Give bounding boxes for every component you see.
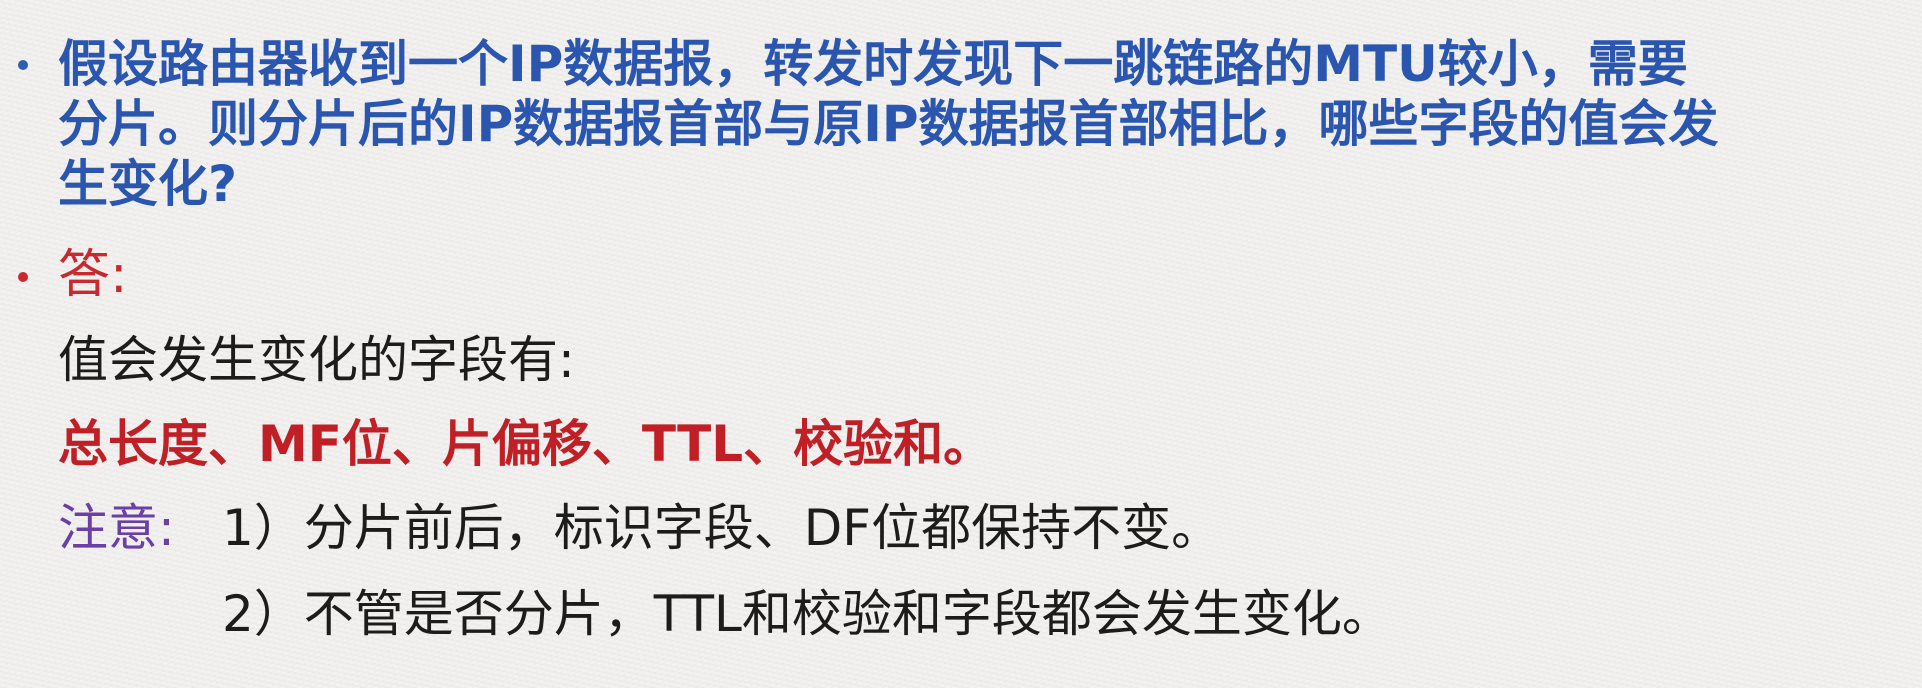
- answer-label: 答:: [58, 245, 128, 305]
- question-text: 假设路由器收到一个IP数据报，转发时发现下一跳链路的MTU较小，需要 分片。则分…: [58, 34, 1908, 214]
- note-item: 1）分片前后，标识字段、DF位都保持不变。: [222, 499, 1222, 557]
- question-line: 假设路由器收到一个IP数据报，转发时发现下一跳链路的MTU较小，需要: [58, 35, 1688, 93]
- slide: 假设路由器收到一个IP数据报，转发时发现下一跳链路的MTU较小，需要 分片。则分…: [0, 0, 1922, 688]
- note-item: 2）不管是否分片，TTL和校验和字段都会发生变化。: [222, 585, 1392, 643]
- question-line: 分片。则分片后的IP数据报首部与原IP数据报首部相比，哪些字段的值会发: [58, 95, 1719, 153]
- question-line: 生变化?: [58, 155, 238, 213]
- question-bullet: [18, 60, 28, 70]
- changed-fields-list: 总长度、MF位、片偏移、TTL、校验和。: [58, 415, 994, 473]
- changed-fields-intro: 值会发生变化的字段有:: [58, 331, 575, 389]
- answer-bullet: [18, 272, 28, 282]
- note-label: 注意:: [58, 499, 175, 557]
